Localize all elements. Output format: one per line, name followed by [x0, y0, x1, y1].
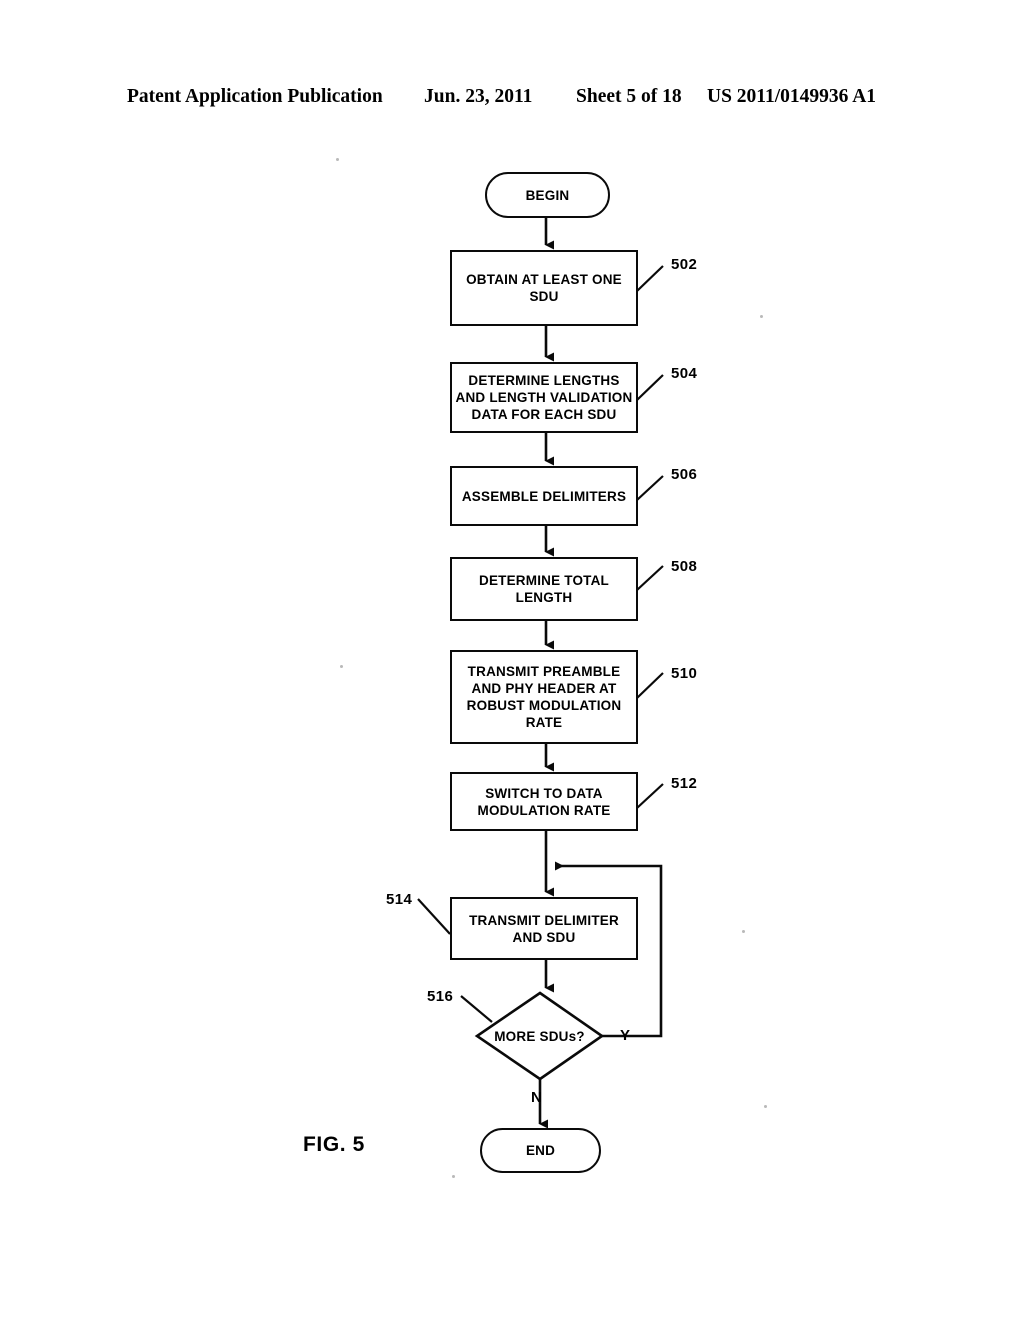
ref-label-512: 512 — [671, 775, 698, 792]
ref-label-506: 506 — [671, 466, 698, 483]
leader-508 — [636, 565, 664, 591]
node-504-determine-lengths — [450, 362, 638, 433]
node-510-transmit-preamble — [450, 650, 638, 744]
node-512-switch-data-rate — [450, 772, 638, 831]
ref-label-504: 504 — [671, 365, 698, 382]
node-508-determine-total-length — [450, 557, 638, 621]
decision-diamond-516 — [474, 991, 605, 1081]
leader-502 — [636, 265, 664, 292]
ref-label-502: 502 — [671, 256, 698, 273]
figure-caption: FIG. 5 — [303, 1133, 365, 1156]
ref-label-516: 516 — [427, 988, 454, 1005]
ref-label-508: 508 — [671, 558, 698, 575]
leader-504 — [636, 374, 664, 401]
ref-label-510: 510 — [671, 665, 698, 682]
leader-510 — [636, 672, 664, 699]
flowchart-figure: BEGIN OBTAIN AT LEAST ONE SDU 502 DETERM… — [0, 0, 1024, 1320]
leader-514 — [417, 898, 451, 935]
node-506-assemble-delimiters — [450, 466, 638, 526]
ref-label-514: 514 — [386, 891, 413, 908]
node-514-transmit-delimiter-sdu — [450, 897, 638, 960]
branch-label-yes: Y — [620, 1027, 631, 1044]
branch-label-no: N — [531, 1089, 542, 1106]
leader-506 — [636, 475, 664, 501]
node-end — [480, 1128, 601, 1173]
leader-516 — [460, 995, 493, 1023]
node-502-obtain-sdu — [450, 250, 638, 326]
leader-512 — [636, 783, 664, 809]
node-begin — [485, 172, 610, 218]
